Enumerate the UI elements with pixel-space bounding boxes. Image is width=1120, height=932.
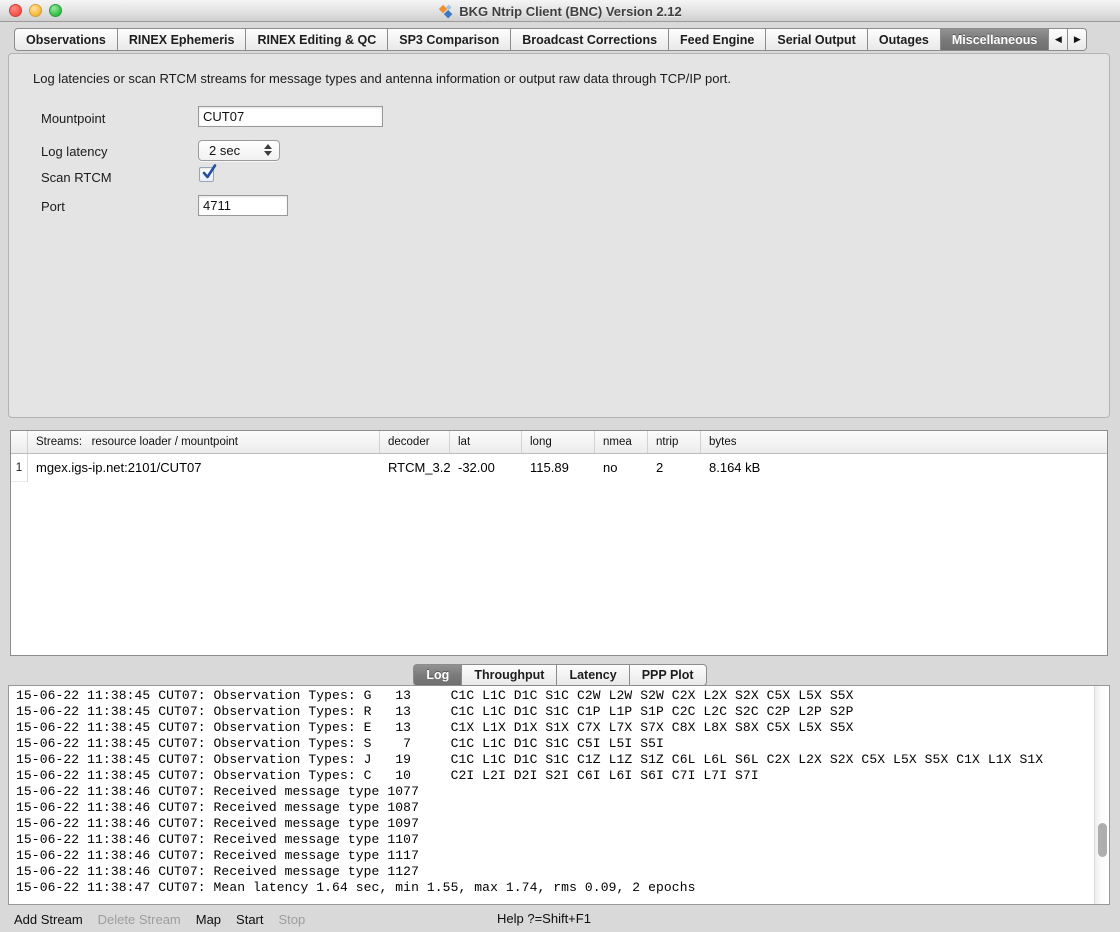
bottom-toolbar: Add Stream Delete Stream Map Start Stop Help …: [0, 906, 1120, 932]
streams-header-row: Streams: resource loader / mountpointdec…: [11, 431, 1107, 454]
mountpoint-label: Mountpoint: [41, 111, 105, 126]
app-logo-icon: [438, 4, 453, 19]
tab-outages[interactable]: Outages: [868, 28, 941, 51]
stream-cell: RTCM_3.2: [380, 454, 450, 482]
row-number: 1: [11, 454, 28, 482]
log-tab-log[interactable]: Log: [413, 664, 462, 686]
log-line: 15-06-22 11:38:45 CUT07: Observation Typ…: [16, 752, 1093, 768]
checkmark-icon: [201, 164, 217, 180]
title-bar: BKG Ntrip Client (BNC) Version 2.12: [0, 0, 1120, 22]
streams-header-cell: decoder: [380, 431, 450, 453]
streams-header-cell: nmea: [595, 431, 648, 453]
log-tab-bar: LogThroughputLatencyPPP Plot: [0, 664, 1120, 686]
streams-header-cell: bytes: [701, 431, 1107, 453]
log-line: 15-06-22 11:38:45 CUT07: Observation Typ…: [16, 768, 1093, 784]
streams-header-cell: long: [522, 431, 595, 453]
log-tab-ppp-plot[interactable]: PPP Plot: [630, 664, 707, 686]
streams-header-gutter: [11, 431, 28, 453]
log-line: 15-06-22 11:38:46 CUT07: Received messag…: [16, 848, 1093, 864]
log-line: 15-06-22 11:38:45 CUT07: Observation Typ…: [16, 720, 1093, 736]
log-tab-throughput[interactable]: Throughput: [462, 664, 557, 686]
scan-rtcm-label: Scan RTCM: [41, 170, 112, 185]
window-title: BKG Ntrip Client (BNC) Version 2.12: [459, 4, 681, 19]
log-line: 15-06-22 11:38:45 CUT07: Observation Typ…: [16, 704, 1093, 720]
tab-broadcast-corrections[interactable]: Broadcast Corrections: [511, 28, 669, 51]
stop-button: Stop: [279, 912, 306, 927]
streams-header-cell: Streams: resource loader / mountpoint: [28, 431, 380, 453]
log-scrollbar[interactable]: [1094, 686, 1109, 904]
tab-feed-engine[interactable]: Feed Engine: [669, 28, 766, 51]
log-line: 15-06-22 11:38:46 CUT07: Received messag…: [16, 864, 1093, 880]
help-shortcut-label: Help ?=Shift+F1: [497, 906, 591, 932]
tab-scroll-left-icon[interactable]: ◀: [1049, 28, 1068, 51]
tab-rinex-ephemeris[interactable]: RINEX Ephemeris: [118, 28, 247, 51]
stream-row[interactable]: 1mgex.igs-ip.net:2101/CUT07RTCM_3.2-32.0…: [11, 454, 1107, 481]
start-button[interactable]: Start: [236, 912, 263, 927]
log-line: 15-06-22 11:38:46 CUT07: Received messag…: [16, 816, 1093, 832]
log-line: 15-06-22 11:38:47 CUT07: Mean latency 1.…: [16, 880, 1093, 896]
streams-rows: 1mgex.igs-ip.net:2101/CUT07RTCM_3.2-32.0…: [11, 454, 1107, 481]
port-input[interactable]: [198, 195, 288, 216]
main-tab-bar: ObservationsRINEX EphemerisRINEX Editing…: [14, 28, 1087, 51]
log-latency-label: Log latency: [41, 144, 108, 159]
delete-stream-button: Delete Stream: [98, 912, 181, 927]
tab-sp3-comparison[interactable]: SP3 Comparison: [388, 28, 511, 51]
stream-cell: no: [595, 454, 648, 482]
miscellaneous-panel: Log latencies or scan RTCM streams for m…: [8, 53, 1110, 418]
streams-table: Streams: resource loader / mountpointdec…: [10, 430, 1108, 656]
log-line: 15-06-22 11:38:46 CUT07: Received messag…: [16, 800, 1093, 816]
log-latency-select[interactable]: 2 sec: [198, 140, 280, 161]
tab-rinex-editing-qc[interactable]: RINEX Editing & QC: [246, 28, 388, 51]
tab-serial-output[interactable]: Serial Output: [766, 28, 867, 51]
log-line: 15-06-22 11:38:46 CUT07: Received messag…: [16, 832, 1093, 848]
panel-description: Log latencies or scan RTCM streams for m…: [33, 71, 731, 86]
log-line: 15-06-22 11:38:46 CUT07: Received messag…: [16, 784, 1093, 800]
stream-cell: -32.00: [450, 454, 522, 482]
add-stream-button[interactable]: Add Stream: [14, 912, 83, 927]
log-line: 15-06-22 11:38:45 CUT07: Observation Typ…: [16, 688, 1093, 704]
streams-header-cell: ntrip: [648, 431, 701, 453]
log-scrollbar-thumb[interactable]: [1098, 823, 1107, 857]
log-latency-value: 2 sec: [209, 143, 240, 158]
streams-header-cell: lat: [450, 431, 522, 453]
log-tab-latency[interactable]: Latency: [557, 664, 629, 686]
mountpoint-input[interactable]: [198, 106, 383, 127]
stream-cell: 8.164 kB: [701, 454, 1107, 482]
stream-cell: mgex.igs-ip.net:2101/CUT07: [28, 454, 380, 482]
tab-scroll-right-icon[interactable]: ▶: [1068, 28, 1087, 51]
log-text: 15-06-22 11:38:45 CUT07: Observation Typ…: [9, 686, 1093, 904]
scan-rtcm-checkbox[interactable]: [199, 167, 214, 182]
port-label: Port: [41, 199, 65, 214]
stream-cell: 2: [648, 454, 701, 482]
tab-miscellaneous[interactable]: Miscellaneous: [941, 28, 1049, 51]
map-button[interactable]: Map: [196, 912, 221, 927]
tab-observations[interactable]: Observations: [14, 28, 118, 51]
stream-cell: 115.89: [522, 454, 595, 482]
log-line: 15-06-22 11:38:45 CUT07: Observation Typ…: [16, 736, 1093, 752]
log-pane: 15-06-22 11:38:45 CUT07: Observation Typ…: [8, 685, 1110, 905]
spinner-arrows-icon: [264, 144, 272, 156]
